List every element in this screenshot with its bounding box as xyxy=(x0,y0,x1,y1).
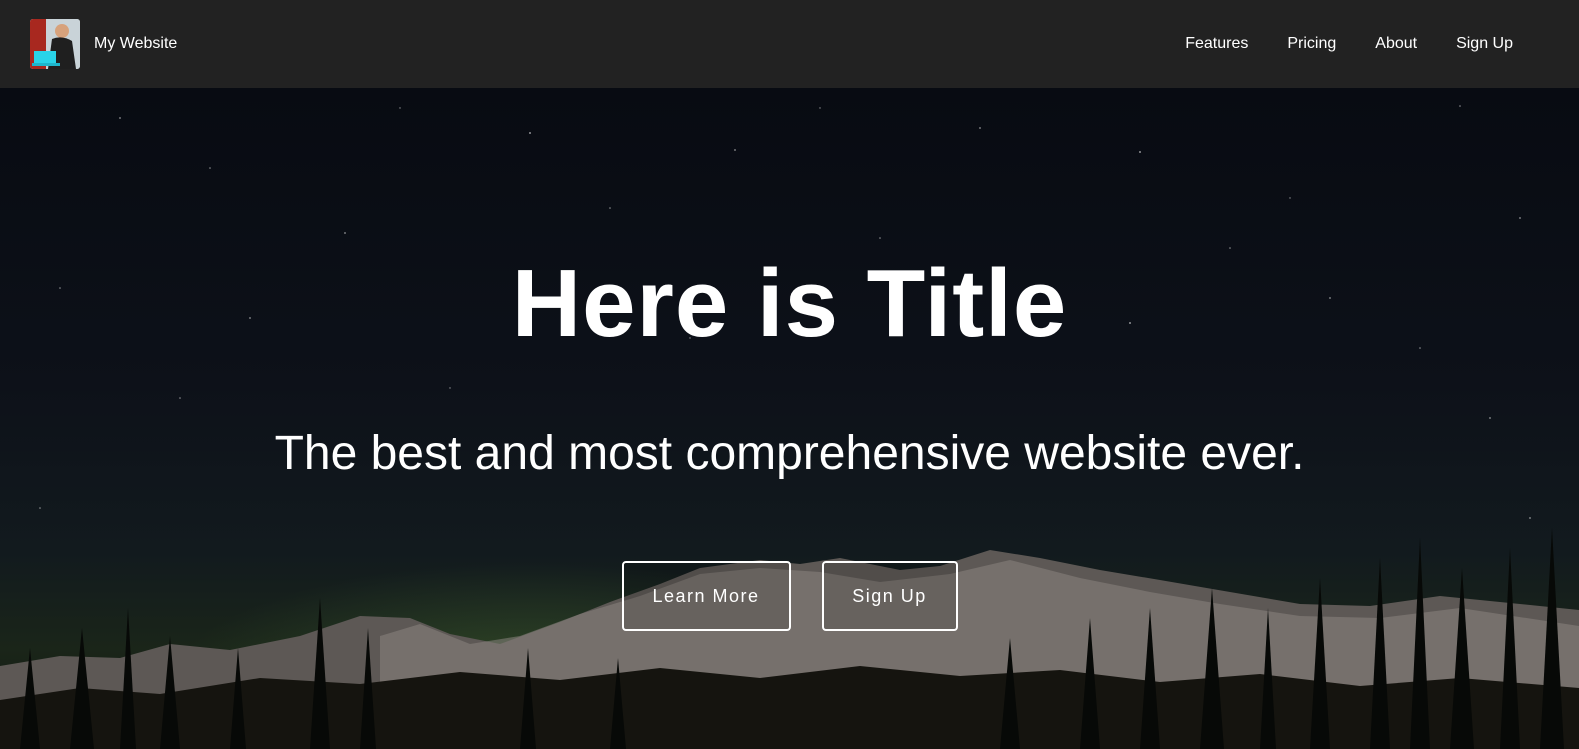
brand-name[interactable]: My Website xyxy=(94,35,177,53)
hero-section: Here is Title The best and most comprehe… xyxy=(0,88,1579,749)
nav-link-features[interactable]: Features xyxy=(1185,35,1248,53)
nav-link-pricing[interactable]: Pricing xyxy=(1287,35,1336,53)
logo-avatar-icon[interactable] xyxy=(30,19,80,69)
learn-more-button[interactable]: Learn More xyxy=(621,561,791,631)
nav-link-about[interactable]: About xyxy=(1375,35,1417,53)
hero-title: Here is Title xyxy=(511,250,1068,357)
sign-up-button[interactable]: Sign Up xyxy=(821,561,958,631)
hero-button-row: Learn More Sign Up xyxy=(0,561,1579,631)
navbar: My Website Features Pricing About Sign U… xyxy=(0,0,1579,88)
hero-subtitle: The best and most comprehensive website … xyxy=(274,427,1305,480)
hero-content: Here is Title The best and most comprehe… xyxy=(0,88,1579,749)
nav-links: Features Pricing About Sign Up xyxy=(1185,35,1513,53)
nav-link-sign-up[interactable]: Sign Up xyxy=(1456,35,1513,53)
